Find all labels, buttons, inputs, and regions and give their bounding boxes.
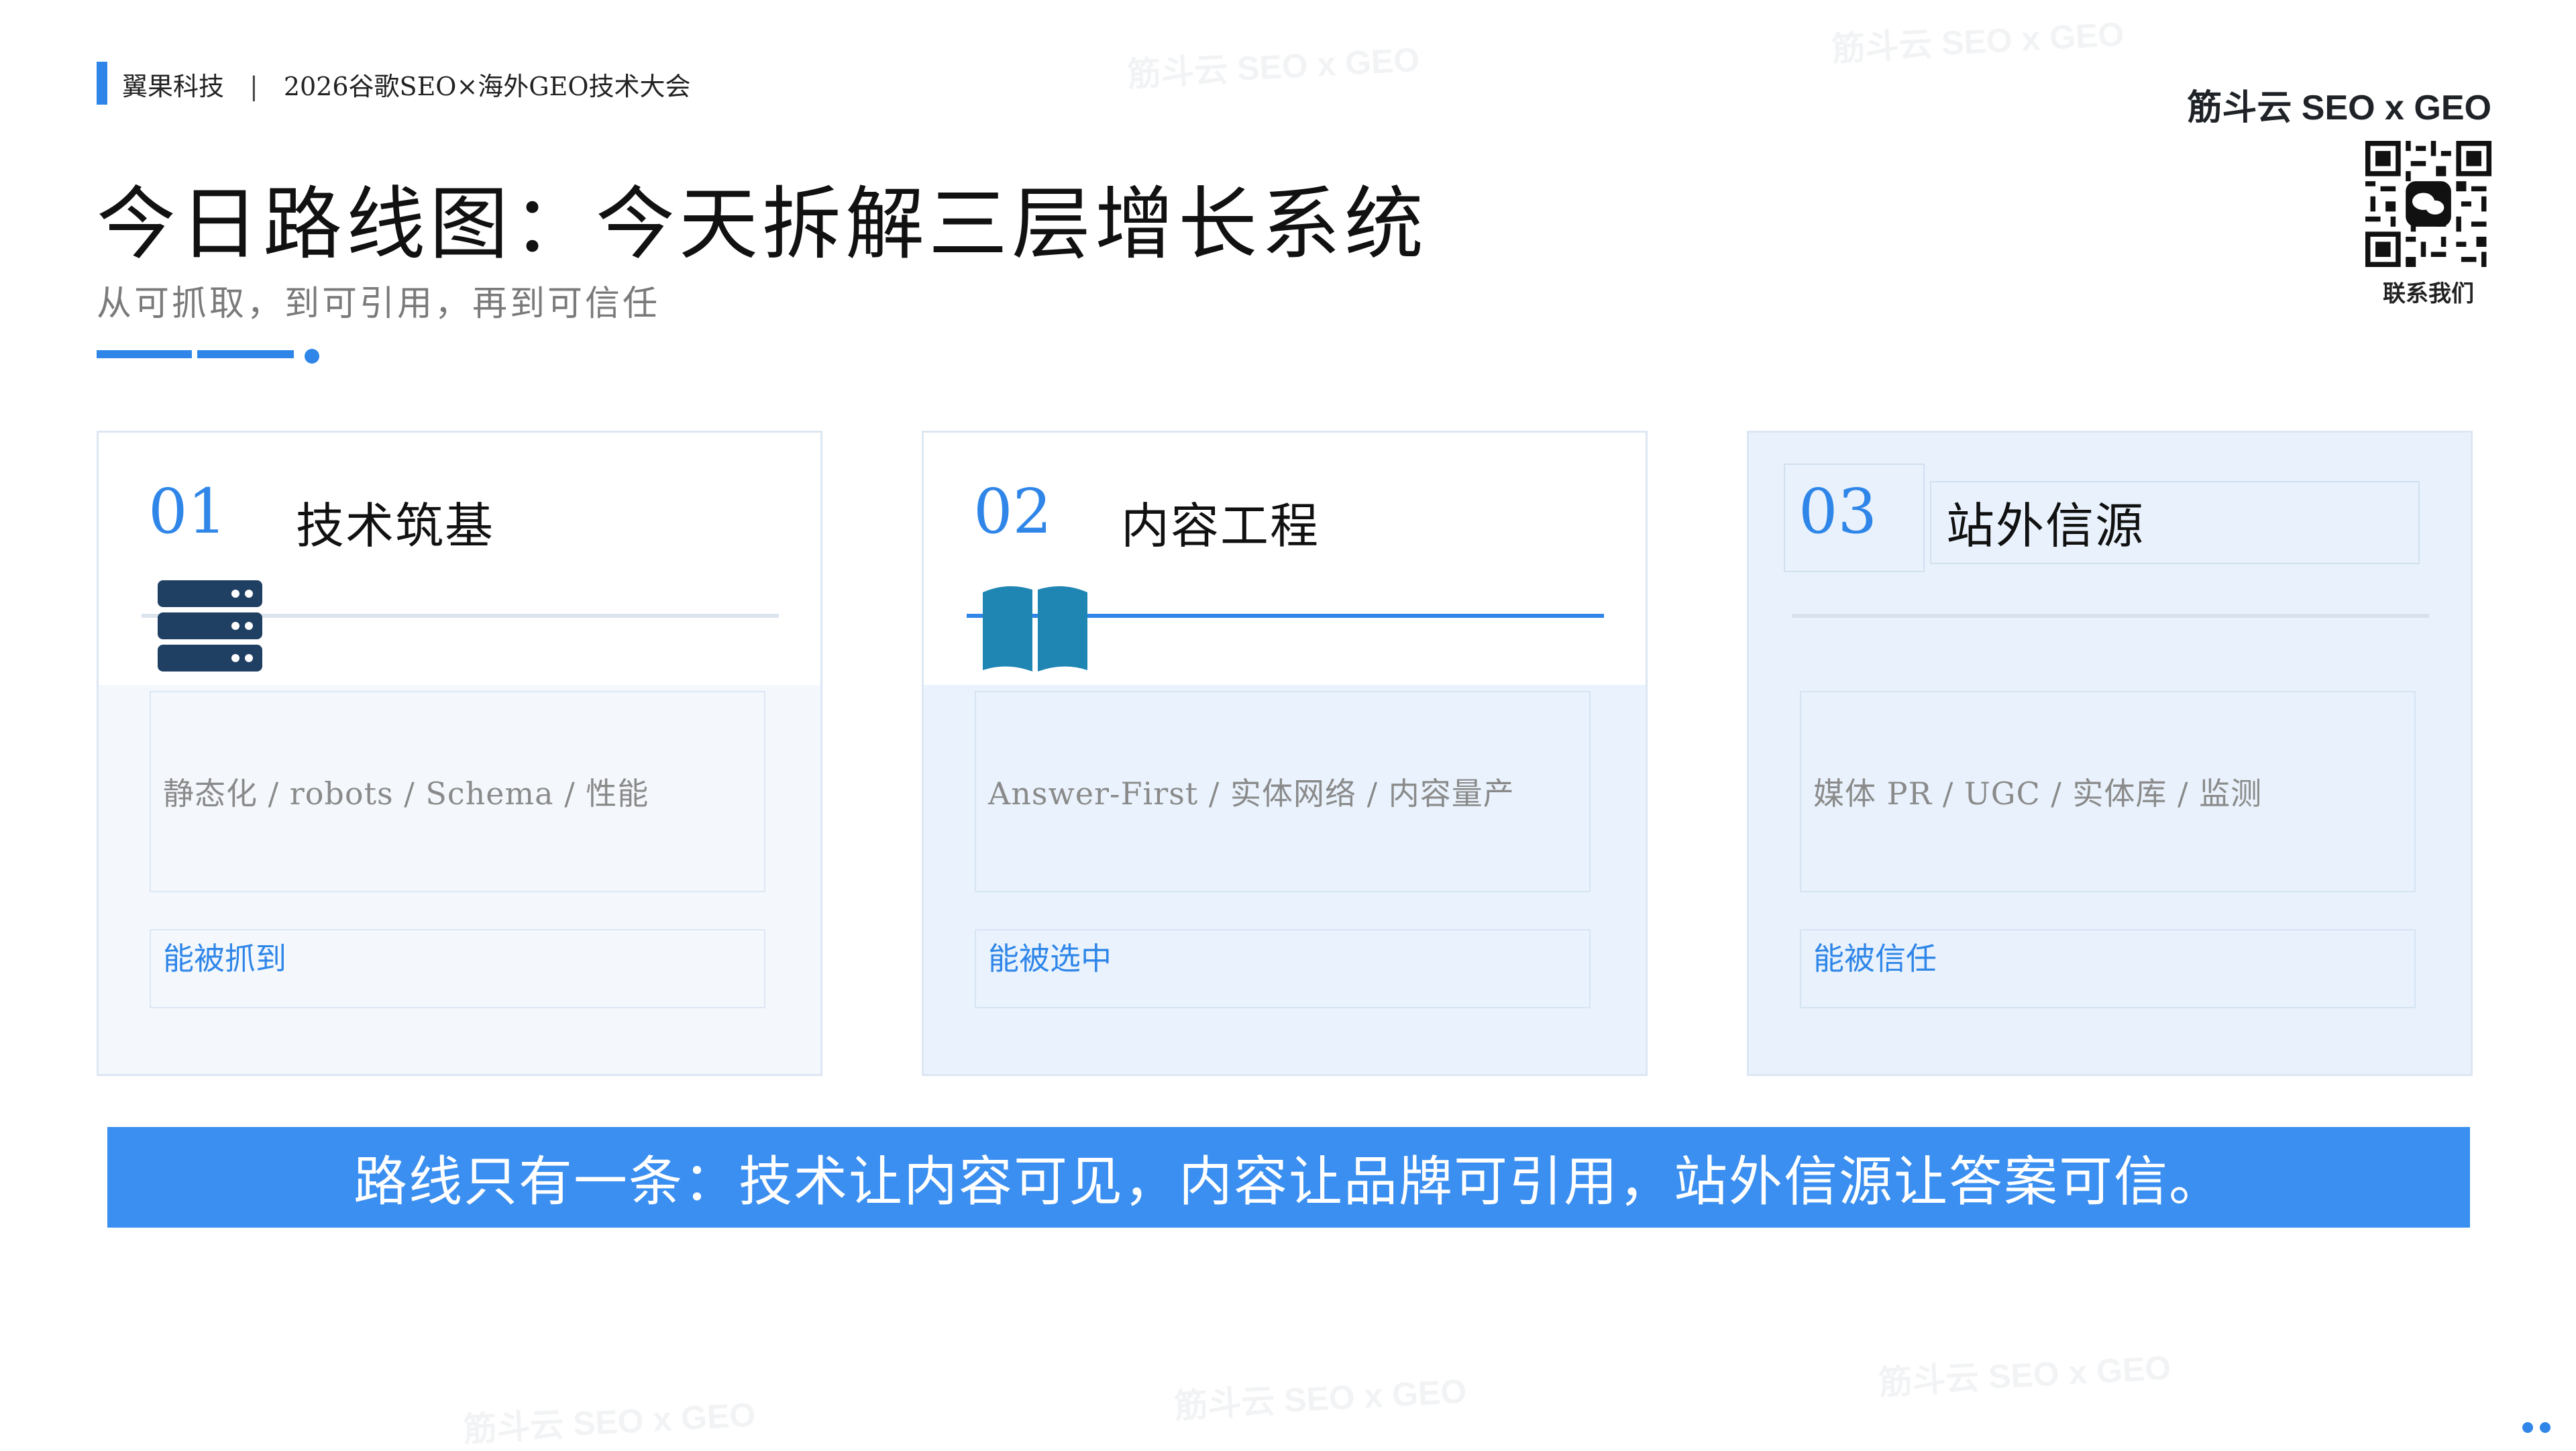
- card-title: 技术筑基: [296, 498, 495, 554]
- contact-label: 联系我们: [2383, 280, 2474, 307]
- card-tags: 媒体 PR / UGC / 实体库 / 监测: [1813, 775, 2263, 812]
- card-tags: Answer-First / 实体网络 / 内容量产: [988, 775, 1515, 812]
- roadmap-card-2: 02 内容工程 Answer-First / 实体网络 / 内容量产 能被选中: [922, 431, 1648, 1076]
- title-underline-2: [197, 350, 294, 358]
- card-goal: 能被选中: [988, 941, 1112, 977]
- card-number: 02: [973, 476, 1053, 547]
- org-name: 翼果科技: [122, 72, 225, 101]
- page-dot: [2540, 1422, 2551, 1433]
- title-underline-1: [97, 350, 192, 358]
- qr-code-icon[interactable]: [2365, 141, 2491, 267]
- card-title: 站外信源: [1946, 498, 2145, 554]
- watermark: 筋斗云 SEO x GEO: [1173, 1372, 1468, 1426]
- card-goal: 能被抓到: [163, 941, 286, 977]
- pagination-dots: [2516, 1422, 2551, 1436]
- roadmap-card-3: 03 站外信源 媒体 PR / UGC / 实体库 / 监测 能被信任: [1747, 431, 2473, 1076]
- brand-logo-text: 筋斗云 SEO x GEO: [2187, 89, 2491, 127]
- card-title: 内容工程: [1121, 498, 1320, 554]
- page-subtitle: 从可抓取，到可引用，再到可信任: [97, 284, 661, 324]
- card-number: 01: [148, 476, 227, 547]
- server-icon: [158, 580, 262, 671]
- watermark: 筋斗云 SEO x GEO: [1878, 1348, 2172, 1402]
- watermark: 筋斗云 SEO x GEO: [1831, 15, 2125, 68]
- watermark: 筋斗云 SEO x GEO: [1126, 40, 1421, 94]
- card-tags: 静态化 / robots / Schema / 性能: [163, 775, 649, 812]
- roadmap-card-1: 01 技术筑基 静态化 / robots / Schema / 性能 能被抓到: [97, 431, 822, 1076]
- event-name: 2026谷歌SEO×海外GEO技术大会: [283, 72, 691, 101]
- header-separator: |: [250, 72, 258, 101]
- card-number: 03: [1799, 476, 1878, 547]
- watermark: 筋斗云 SEO x GEO: [462, 1395, 757, 1449]
- page-dot: [2522, 1422, 2533, 1433]
- page-title: 今日路线图：今天拆解三层增长系统: [97, 178, 1428, 270]
- summary-banner: 路线只有一条：技术让内容可见，内容让品牌可引用，站外信源让答案可信。: [107, 1127, 2470, 1228]
- card-goal: 能被信任: [1813, 941, 1937, 977]
- card-divider: [1792, 614, 2429, 618]
- header-text: 翼果科技 | 2026谷歌SEO×海外GEO技术大会: [122, 66, 691, 103]
- header-accent-bar: [97, 62, 107, 105]
- book-icon: [983, 586, 1087, 671]
- title-underline-dot: [305, 349, 319, 364]
